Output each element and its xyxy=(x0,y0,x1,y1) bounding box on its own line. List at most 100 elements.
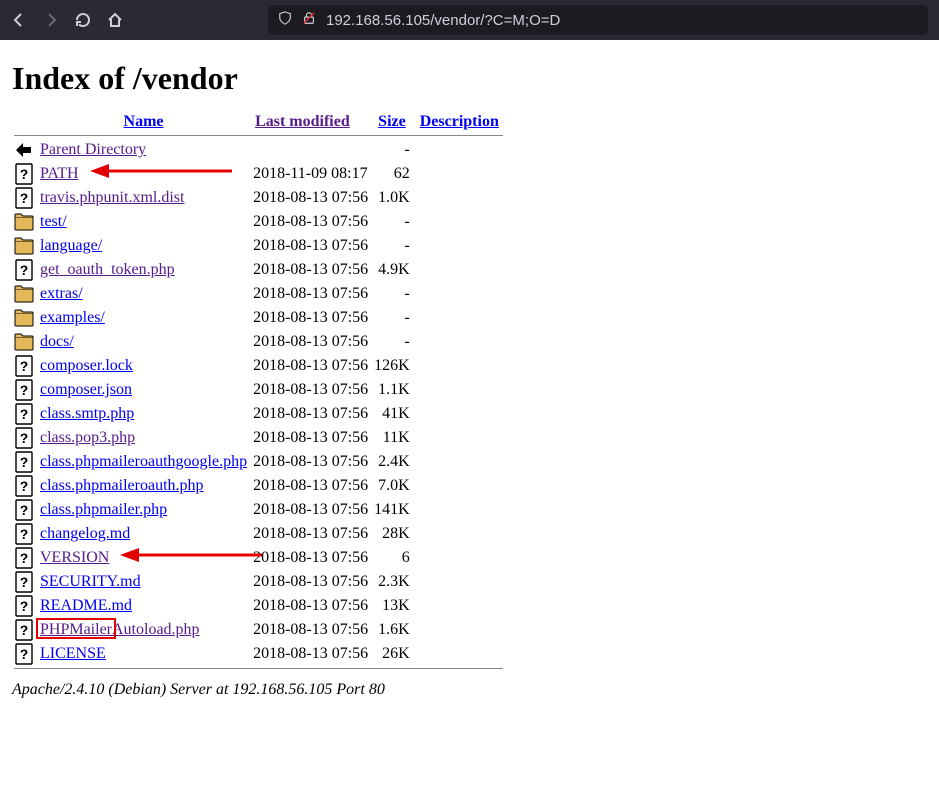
file-name-cell: examples/ xyxy=(38,306,249,330)
file-icon: ? xyxy=(12,450,38,474)
col-name[interactable]: Name xyxy=(124,113,164,130)
file-link[interactable]: class.phpmailer.php xyxy=(40,501,167,518)
file-link[interactable]: composer.json xyxy=(40,381,132,398)
file-icon: ? xyxy=(12,546,38,570)
table-row: language/2018-08-13 07:56- xyxy=(12,234,505,258)
modified-cell: 2018-08-13 07:56 xyxy=(249,402,372,426)
description-cell xyxy=(414,618,505,642)
file-link[interactable]: test/ xyxy=(40,213,67,230)
file-name-cell: composer.json xyxy=(38,378,249,402)
file-icon: ? xyxy=(12,570,38,594)
svg-text:?: ? xyxy=(20,406,29,422)
file-name-cell: PHPMailerAutoload.php xyxy=(38,618,249,642)
file-link[interactable]: VERSION xyxy=(40,549,109,566)
size-cell: 11K xyxy=(372,426,414,450)
page-content: Index of /vendor Name Last modified Size… xyxy=(0,40,517,729)
col-description[interactable]: Description xyxy=(420,113,499,130)
modified-cell: 2018-08-13 07:56 xyxy=(249,570,372,594)
size-cell: - xyxy=(372,138,414,162)
file-link[interactable]: class.smtp.php xyxy=(40,405,134,422)
bottom-rule xyxy=(14,668,503,669)
size-cell: 2.3K xyxy=(372,570,414,594)
size-cell: - xyxy=(372,282,414,306)
table-row: ?class.smtp.php2018-08-13 07:5641K xyxy=(12,402,505,426)
home-button[interactable] xyxy=(106,11,124,29)
file-link[interactable]: travis.phpunit.xml.dist xyxy=(40,189,184,206)
file-icon: ? xyxy=(12,618,38,642)
file-icon: ? xyxy=(12,498,38,522)
back-button[interactable] xyxy=(10,11,28,29)
directory-listing: Name Last modified Size Description Pare… xyxy=(12,111,505,671)
file-link[interactable]: SECURITY.md xyxy=(40,573,141,590)
modified-cell: 2018-08-13 07:56 xyxy=(249,378,372,402)
address-bar[interactable]: 192.168.56.105/vendor/?C=M;O=D xyxy=(268,5,928,35)
svg-text:?: ? xyxy=(20,574,29,590)
size-cell: 1.6K xyxy=(372,618,414,642)
modified-cell: 2018-08-13 07:56 xyxy=(249,186,372,210)
description-cell xyxy=(414,594,505,618)
file-link[interactable]: changelog.md xyxy=(40,525,130,542)
modified-cell: 2018-08-13 07:56 xyxy=(249,474,372,498)
file-name-cell: test/ xyxy=(38,210,249,234)
file-icon: ? xyxy=(12,378,38,402)
file-name-cell: get_oauth_token.php xyxy=(38,258,249,282)
file-name-cell: README.md xyxy=(38,594,249,618)
table-row: ? class.phpmaileroauth.php 2018-08-13 07:5… xyxy=(12,474,505,498)
svg-text:?: ? xyxy=(20,622,29,638)
table-row: ? class.pop3.php 2018-08-13 07:5611K xyxy=(12,426,505,450)
file-icon: ? xyxy=(12,186,38,210)
col-modified[interactable]: Last modified xyxy=(255,113,350,130)
file-icon: ? xyxy=(12,258,38,282)
reload-button[interactable] xyxy=(74,11,92,29)
file-link[interactable]: examples/ xyxy=(40,309,105,326)
modified-cell xyxy=(249,138,372,162)
size-cell: - xyxy=(372,210,414,234)
file-icon: ? xyxy=(12,522,38,546)
header-row: Name Last modified Size Description xyxy=(12,111,505,133)
modified-cell: 2018-08-13 07:56 xyxy=(249,282,372,306)
file-link[interactable]: LICENSE xyxy=(40,645,106,662)
file-link[interactable]: class.pop3.php xyxy=(40,429,135,446)
description-cell xyxy=(414,450,505,474)
forward-button[interactable] xyxy=(42,11,60,29)
file-name-cell: changelog.md xyxy=(38,522,249,546)
file-link[interactable]: language/ xyxy=(40,237,102,254)
table-row: ?class.phpmailer.php2018-08-13 07:56141K xyxy=(12,498,505,522)
modified-cell: 2018-08-13 07:56 xyxy=(249,450,372,474)
file-link[interactable]: PATH xyxy=(40,165,79,182)
modified-cell: 2018-08-13 07:56 xyxy=(249,426,372,450)
description-cell xyxy=(414,546,505,570)
description-cell xyxy=(414,642,505,666)
folder-icon xyxy=(12,282,38,306)
table-row: ?class.phpmaileroauthgoogle.php2018-08-1… xyxy=(12,450,505,474)
file-link[interactable]: class.phpmaileroauthgoogle.php xyxy=(40,453,247,470)
table-row: ?get_oauth_token.php2018-08-13 07:564.9K xyxy=(12,258,505,282)
col-size[interactable]: Size xyxy=(378,113,406,130)
table-row: ?PHPMailerAutoload.php2018-08-13 07:561.… xyxy=(12,618,505,642)
file-link[interactable]: Parent Directory xyxy=(40,141,146,158)
file-link[interactable]: get_oauth_token.php xyxy=(40,261,175,278)
top-rule xyxy=(14,135,503,136)
svg-text:?: ? xyxy=(20,478,29,494)
file-icon: ? xyxy=(12,642,38,666)
folder-icon xyxy=(12,210,38,234)
file-link[interactable]: README.md xyxy=(40,597,132,614)
file-name-cell: class.phpmaileroauth.php xyxy=(38,474,249,498)
file-link[interactable]: extras/ xyxy=(40,285,83,302)
highlight-arrow-icon xyxy=(87,161,237,186)
size-cell: - xyxy=(372,306,414,330)
file-link[interactable]: class.phpmaileroauth.php xyxy=(40,477,204,494)
modified-cell: 2018-08-13 07:56 xyxy=(249,354,372,378)
modified-cell: 2018-08-13 07:56 xyxy=(249,258,372,282)
highlight-arrow-icon xyxy=(117,545,267,570)
table-row: test/2018-08-13 07:56- xyxy=(12,210,505,234)
file-link[interactable]: composer.lock xyxy=(40,357,133,374)
file-link[interactable]: PHPMailerAutoload.php xyxy=(40,621,200,638)
server-footer: Apache/2.4.10 (Debian) Server at 192.168… xyxy=(12,681,505,699)
file-name-cell: class.phpmaileroauthgoogle.php xyxy=(38,450,249,474)
description-cell xyxy=(414,570,505,594)
table-row: Parent Directory - xyxy=(12,138,505,162)
size-cell: - xyxy=(372,330,414,354)
svg-text:?: ? xyxy=(20,430,29,446)
file-link[interactable]: docs/ xyxy=(40,333,74,350)
